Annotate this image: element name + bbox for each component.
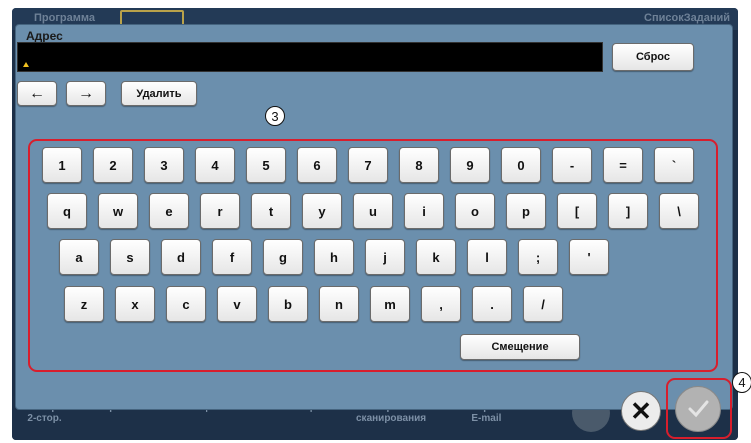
key-row1-0[interactable]: 1 <box>42 147 82 183</box>
ok-button[interactable] <box>675 386 721 432</box>
key-row4-8[interactable]: . <box>472 286 512 322</box>
key-row1-5[interactable]: 6 <box>297 147 337 183</box>
callout-4: 4 <box>732 372 751 393</box>
dialog-title: Адрес <box>26 29 63 43</box>
key-row4-5[interactable]: n <box>319 286 359 322</box>
key-row2-1[interactable]: w <box>98 193 138 229</box>
key-row3-5[interactable]: h <box>314 239 354 275</box>
key-row3-8[interactable]: l <box>467 239 507 275</box>
key-row2-9[interactable]: p <box>506 193 546 229</box>
key-row4-0[interactable]: z <box>64 286 104 322</box>
key-row3-10[interactable]: ' <box>569 239 609 275</box>
key-row1-8[interactable]: 9 <box>450 147 490 183</box>
key-row1-10[interactable]: - <box>552 147 592 183</box>
key-row4-9[interactable]: / <box>523 286 563 322</box>
key-row4-6[interactable]: m <box>370 286 410 322</box>
shift-button[interactable]: Смещение <box>460 334 580 360</box>
key-row3-4[interactable]: g <box>263 239 303 275</box>
key-row2-5[interactable]: y <box>302 193 342 229</box>
key-row3-1[interactable]: s <box>110 239 150 275</box>
key-row2-10[interactable]: [ <box>557 193 597 229</box>
key-row4-1[interactable]: x <box>115 286 155 322</box>
checkmark-icon <box>688 400 709 418</box>
key-row2-2[interactable]: e <box>149 193 189 229</box>
key-row2-4[interactable]: t <box>251 193 291 229</box>
key-row1-12[interactable]: ` <box>654 147 694 183</box>
key-row1-1[interactable]: 2 <box>93 147 133 183</box>
callout-3: 3 <box>265 106 285 126</box>
key-row3-3[interactable]: f <box>212 239 252 275</box>
key-row4-2[interactable]: c <box>166 286 206 322</box>
cursor-icon <box>23 62 29 67</box>
close-icon: ✕ <box>630 395 652 426</box>
key-row4-4[interactable]: b <box>268 286 308 322</box>
key-row3-2[interactable]: d <box>161 239 201 275</box>
key-row3-7[interactable]: k <box>416 239 456 275</box>
key-row2-8[interactable]: o <box>455 193 495 229</box>
cancel-button[interactable]: ✕ <box>621 391 661 431</box>
key-row2-11[interactable]: ] <box>608 193 648 229</box>
key-row2-0[interactable]: q <box>47 193 87 229</box>
key-row1-11[interactable]: = <box>603 147 643 183</box>
key-row1-4[interactable]: 5 <box>246 147 286 183</box>
key-row1-7[interactable]: 8 <box>399 147 439 183</box>
key-row3-0[interactable]: a <box>59 239 99 275</box>
reset-button[interactable]: Сброс <box>612 43 694 71</box>
key-row2-3[interactable]: r <box>200 193 240 229</box>
key-row2-7[interactable]: i <box>404 193 444 229</box>
key-row1-9[interactable]: 0 <box>501 147 541 183</box>
delete-button[interactable]: Удалить <box>121 81 197 106</box>
key-row3-6[interactable]: j <box>365 239 405 275</box>
background-tab-program: Программа <box>34 12 96 24</box>
key-row2-12[interactable]: \ <box>659 193 699 229</box>
key-row2-6[interactable]: u <box>353 193 393 229</box>
key-row1-2[interactable]: 3 <box>144 147 184 183</box>
key-row3-9[interactable]: ; <box>518 239 558 275</box>
key-row1-3[interactable]: 4 <box>195 147 235 183</box>
background-tab-joblist: СписокЗаданий <box>644 12 730 24</box>
cursor-left-button[interactable]: ← <box>17 81 57 106</box>
key-row4-3[interactable]: v <box>217 286 257 322</box>
key-row4-7[interactable]: , <box>421 286 461 322</box>
key-row1-6[interactable]: 7 <box>348 147 388 183</box>
address-input[interactable] <box>17 42 603 72</box>
cursor-right-button[interactable]: → <box>66 81 106 106</box>
